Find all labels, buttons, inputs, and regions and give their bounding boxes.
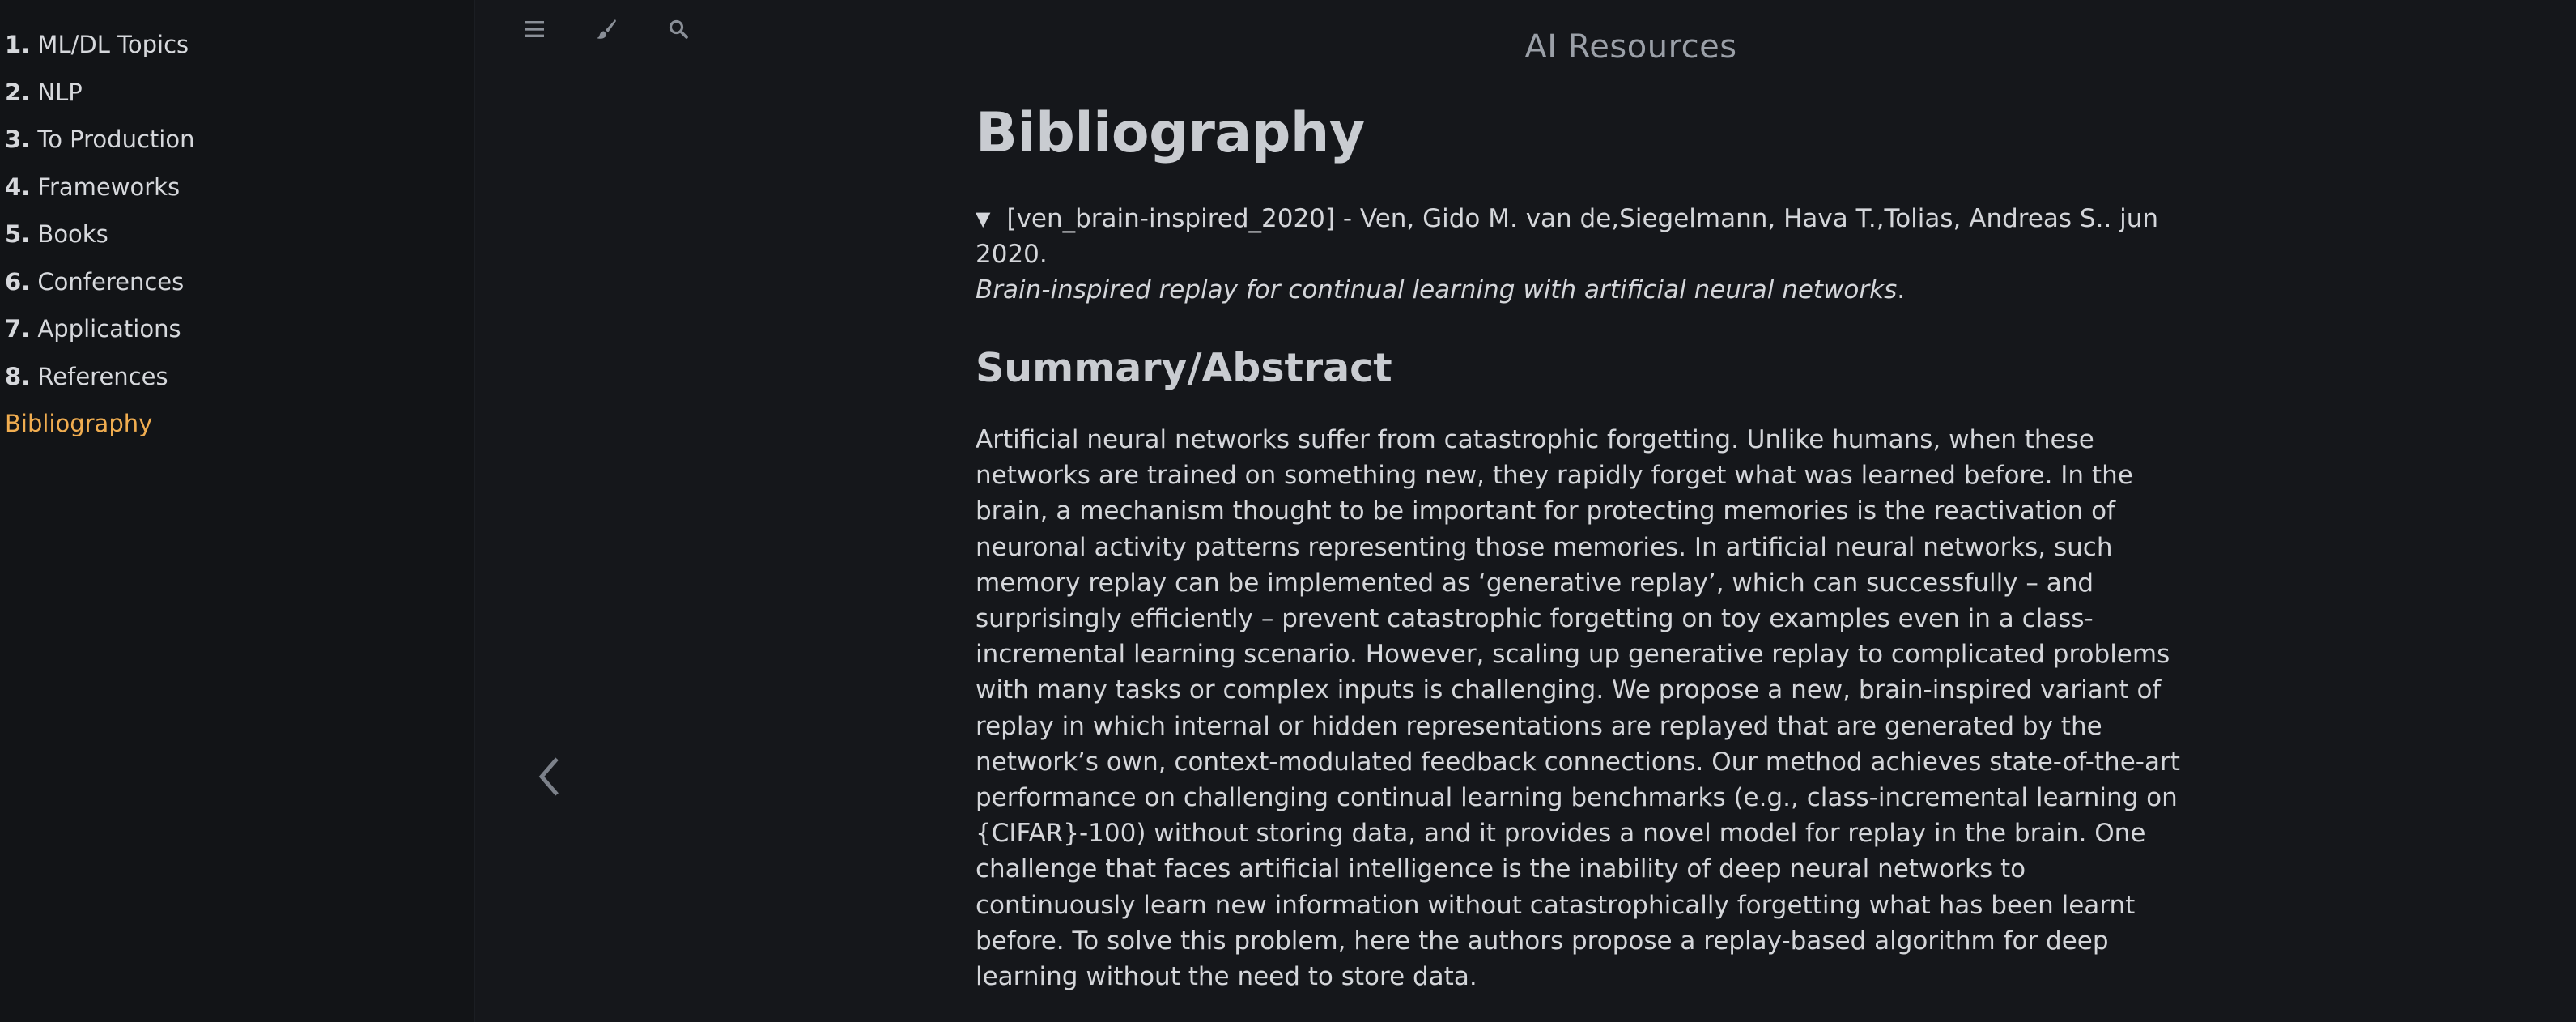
page-title: Bibliography <box>976 101 1365 165</box>
sidebar-item-label: To Production <box>37 126 195 153</box>
sidebar-item-conferences[interactable]: 6. Conferences <box>5 265 474 313</box>
sidebar-item-label: Frameworks <box>37 172 181 201</box>
collapse-toggle[interactable]: ▼ <box>976 201 990 236</box>
sidebar-item-label: NLP <box>37 78 83 106</box>
sidebar-item-label: ML/DL Topics <box>37 31 189 58</box>
sidebar-item-label: Applications <box>37 315 181 343</box>
menu-bar: AI Resources <box>475 0 2576 66</box>
citation-trailing: . <box>1897 275 1906 304</box>
chevron-left-icon <box>538 757 559 796</box>
abstract-text: Artificial neural networks suffer from c… <box>976 425 2180 992</box>
sidebar-item-label: References <box>37 362 168 390</box>
chapter-number: 4. <box>5 172 31 201</box>
paper-title: Brain-inspired replay for continual lear… <box>976 275 1898 304</box>
chapter-number: 8. <box>5 362 31 390</box>
sidebar: 1. ML/DL Topics 2. NLP 3. To Production … <box>0 0 475 1022</box>
sidebar-item-bibliography[interactable]: Bibliography <box>5 407 474 454</box>
previous-chapter-button[interactable] <box>525 748 573 805</box>
sidebar-item-nlp[interactable]: 2. NLP <box>5 75 474 123</box>
chapter-number: 6. <box>5 267 31 296</box>
book-title: AI Resources <box>1524 28 1737 66</box>
chapter-number: 7. <box>5 315 31 343</box>
sidebar-item-references[interactable]: 8. References <box>5 360 474 407</box>
sidebar-item-frameworks[interactable]: 4. Frameworks <box>5 170 474 218</box>
chapter-number: 3. <box>5 126 31 153</box>
chapter-number: 1. <box>5 31 31 58</box>
sidebar-item-applications[interactable]: 7. Applications <box>5 312 474 360</box>
sidebar-item-ml-dl-topics[interactable]: 1. ML/DL Topics <box>5 28 474 75</box>
sidebar-item-label: Conferences <box>37 267 185 296</box>
main-content: Bibliography ▼ [ven_brain-inspired_2020] … <box>976 101 2190 994</box>
section-heading: Summary/Abstract <box>976 345 1392 391</box>
citation-text: [ven_brain-inspired_2020] - Ven, Gido M.… <box>976 204 2159 269</box>
sidebar-item-to-production[interactable]: 3. To Production <box>5 122 474 170</box>
chapter-number: 5. <box>5 220 31 248</box>
sidebar-item-label: Bibliography <box>5 410 153 437</box>
sidebar-item-books[interactable]: 5. Books <box>5 217 474 265</box>
bibliography-entry: ▼ [ven_brain-inspired_2020] - Ven, Gido M… <box>976 201 2190 308</box>
sidebar-item-label: Books <box>37 220 108 248</box>
chapter-number: 2. <box>5 78 31 106</box>
chapter-list: 1. ML/DL Topics 2. NLP 3. To Production … <box>0 0 474 454</box>
